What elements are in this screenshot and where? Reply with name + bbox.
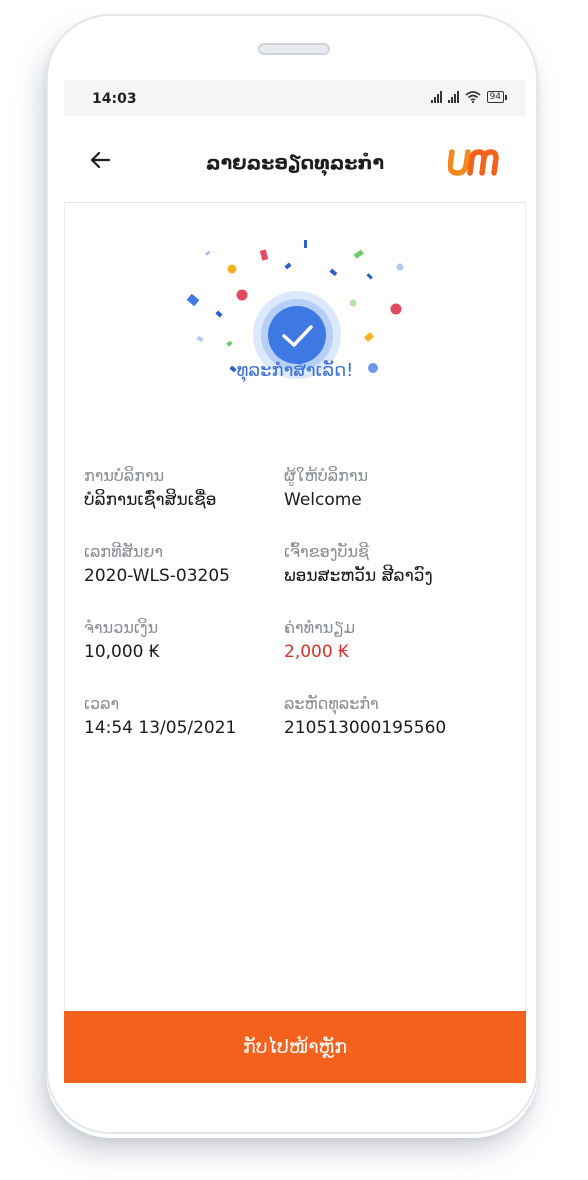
provider-cell: ຜູ້ໃຫ້ບໍລິການ Welcome <box>284 466 504 542</box>
provider-label: ຜູ້ໃຫ້ບໍລິການ <box>284 466 369 485</box>
time-label: ເວລາ <box>84 694 120 713</box>
fee-value: 2,000 ₭ <box>284 642 349 662</box>
service-cell: ການບໍລິການ ບໍລິການເຊົ່າສິນເຊື່ອ <box>84 466 284 542</box>
contract-label: ເລກທີສັນຍາ <box>84 542 164 561</box>
app-screen: 14:03 94 ລາຍລະອຽດທຸລະກຳ ທຸລະກຳສຳເລັດ! ກາ… <box>64 80 526 1083</box>
battery-icon: 94 <box>486 90 508 103</box>
success-illustration: ທຸລະກຳສຳເລັດ! <box>64 202 526 442</box>
wifi-icon <box>465 90 481 103</box>
success-message: ທຸລະກຳສຳເລັດ! <box>236 360 354 381</box>
detail-row: ການບໍລິການ ບໍລິການເຊົ່າສິນເຊື່ອ ຜູ້ໃຫ້ບໍ… <box>84 466 514 542</box>
signal-icon <box>430 90 442 103</box>
transaction-code-value: 210513000195560 <box>284 718 447 738</box>
amount-value: 10,000 ₭ <box>84 642 160 662</box>
time-cell: ເວລາ 14:54 13/05/2021 <box>84 694 284 770</box>
status-icons: 94 <box>430 90 508 103</box>
account-owner-label: ເຈົ້າຂອງບັນຊີ <box>284 542 369 561</box>
status-bar: 14:03 94 <box>64 80 526 116</box>
fee-label: ຄ່າທຳນຽມ <box>284 618 356 637</box>
brand-logo <box>448 149 499 176</box>
check-circle-icon <box>268 306 326 364</box>
contract-value: 2020-WLS-03205 <box>84 566 230 586</box>
fee-cell: ຄ່າທຳນຽມ 2,000 ₭ <box>284 618 504 694</box>
detail-row: ຈຳນວນເງິນ 10,000 ₭ ຄ່າທຳນຽມ 2,000 ₭ <box>84 618 514 694</box>
contract-cell: ເລກທີສັນຍາ 2020-WLS-03205 <box>84 542 284 618</box>
status-time: 14:03 <box>92 91 137 107</box>
time-value: 14:54 13/05/2021 <box>84 718 237 738</box>
provider-value: Welcome <box>284 490 362 510</box>
account-owner-value: ພອນສະຫວັນ ສີລາວົງ <box>284 566 433 586</box>
signal-icon <box>447 90 459 103</box>
amount-cell: ຈຳນວນເງິນ 10,000 ₭ <box>84 618 284 694</box>
confetti-illustration <box>186 240 404 379</box>
service-label: ການບໍລິການ <box>84 466 165 485</box>
account-owner-cell: ເຈົ້າຂອງບັນຊີ ພອນສະຫວັນ ສີລາວົງ <box>284 542 504 618</box>
detail-row: ເວລາ 14:54 13/05/2021 ລະຫັດທຸລະກຳ 210513… <box>84 694 514 770</box>
app-header: ລາຍລະອຽດທຸລະກຳ <box>64 116 526 203</box>
service-value: ບໍລິການເຊົ່າສິນເຊື່ອ <box>84 490 217 510</box>
back-to-home-button[interactable]: ກັບໄປໜ້າຫຼັກ <box>64 1011 526 1083</box>
phone-speaker <box>258 43 330 55</box>
transaction-code-cell: ລະຫັດທຸລະກຳ 210513000195560 <box>284 694 504 770</box>
transaction-details: ການບໍລິການ ບໍລິການເຊົ່າສິນເຊື່ອ ຜູ້ໃຫ້ບໍ… <box>84 466 514 770</box>
detail-row: ເລກທີສັນຍາ 2020-WLS-03205 ເຈົ້າຂອງບັນຊີ … <box>84 542 514 618</box>
amount-label: ຈຳນວນເງິນ <box>84 618 159 637</box>
transaction-code-label: ລະຫັດທຸລະກຳ <box>284 694 379 713</box>
